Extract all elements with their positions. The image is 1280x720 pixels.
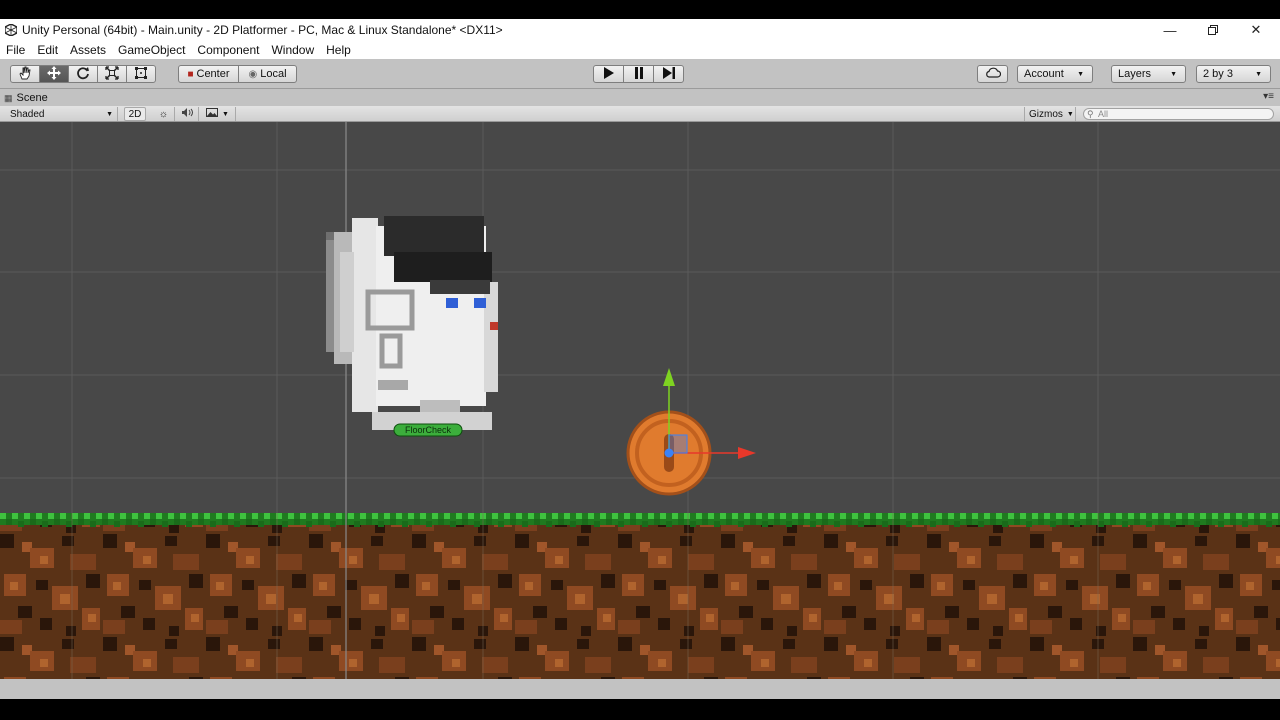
menu-window[interactable]: Window xyxy=(265,43,320,57)
menu-edit[interactable]: Edit xyxy=(31,43,64,57)
pivot-center-icon: ■ xyxy=(187,68,194,80)
unity-editor-window: Unity Personal (64bit) - Main.unity - 2D… xyxy=(0,19,1280,699)
pivot-local-button[interactable]: ◉ Local xyxy=(238,65,297,83)
menu-file[interactable]: File xyxy=(0,43,31,57)
search-icon: ⚲ xyxy=(1087,109,1094,119)
speaker-icon xyxy=(181,108,194,120)
2d-mode-label: 2D xyxy=(128,108,142,120)
search-placeholder: All xyxy=(1098,109,1109,119)
rotate-icon xyxy=(76,66,90,83)
scene-toolbar: Shaded ▼ 2D ☼ ▼ Gizmos ▼ ⚲ All xyxy=(0,106,1280,122)
menu-component[interactable]: Component xyxy=(191,43,265,57)
close-icon[interactable]: ✕ xyxy=(1234,19,1278,41)
pivot-center-label: Center xyxy=(196,68,230,80)
status-bar xyxy=(0,679,1280,699)
tab-scene-label: Scene xyxy=(16,92,48,104)
shading-mode-label: Shaded xyxy=(10,108,45,120)
lighting-toggle[interactable]: ☼ xyxy=(153,107,175,121)
layout-dropdown[interactable]: 2 by 3 ▼ xyxy=(1196,65,1271,83)
minimize-icon[interactable]: — xyxy=(1148,19,1192,41)
account-label: Account xyxy=(1024,68,1064,80)
shading-mode-dropdown[interactable]: Shaded ▼ xyxy=(6,107,118,121)
audio-toggle[interactable] xyxy=(177,107,199,121)
chevron-down-icon: ▼ xyxy=(106,110,113,118)
gizmos-dropdown[interactable]: Gizmos ▼ xyxy=(1024,107,1076,121)
pause-button[interactable] xyxy=(623,65,654,83)
cloud-services-button[interactable] xyxy=(977,65,1008,83)
account-dropdown[interactable]: Account ▼ xyxy=(1017,65,1093,83)
play-icon xyxy=(603,66,614,82)
step-button[interactable] xyxy=(653,65,684,83)
menu-bar: File Edit Assets GameObject Component Wi… xyxy=(0,41,1280,59)
effects-dropdown[interactable]: ▼ xyxy=(202,107,236,121)
title-bar: Unity Personal (64bit) - Main.unity - 2D… xyxy=(0,19,1280,41)
ground-tiles xyxy=(0,513,1280,679)
layout-label: 2 by 3 xyxy=(1203,68,1233,80)
letterbox-top xyxy=(0,0,1280,19)
chevron-down-icon: ▼ xyxy=(1077,70,1084,78)
chevron-down-icon: ▼ xyxy=(222,110,229,118)
move-tool-button[interactable] xyxy=(39,65,69,83)
pivot-local-label: Local xyxy=(260,68,287,80)
play-button[interactable] xyxy=(593,65,624,83)
menu-assets[interactable]: Assets xyxy=(64,43,112,57)
scale-tool-button[interactable] xyxy=(97,65,127,83)
move-icon xyxy=(47,65,61,83)
image-icon xyxy=(206,108,218,120)
layers-dropdown[interactable]: Layers ▼ xyxy=(1111,65,1186,83)
tab-menu-icon[interactable]: ▾≡ xyxy=(1263,91,1274,102)
scale-icon xyxy=(105,65,119,83)
scene-viewport[interactable]: FloorCheck xyxy=(0,122,1280,679)
scene-grid-icon: ▦ xyxy=(4,92,13,103)
unity-logo-icon xyxy=(4,23,18,37)
chevron-down-icon: ▼ xyxy=(1066,110,1074,118)
letterbox-bottom xyxy=(0,699,1280,720)
hierarchy-search-input[interactable]: ⚲ All xyxy=(1083,108,1274,120)
floor-check-label[interactable]: FloorCheck xyxy=(393,423,463,437)
playback-controls xyxy=(593,65,684,83)
scene-tab-bar: ▦ Scene ▾≡ xyxy=(0,90,1280,106)
menu-gameobject[interactable]: GameObject xyxy=(112,43,191,57)
rotate-tool-button[interactable] xyxy=(68,65,98,83)
hand-tool-button[interactable] xyxy=(10,65,40,83)
main-toolbar: ■ Center ◉ Local Account ▼ Layers ▼ 2 by… xyxy=(0,59,1280,89)
chevron-down-icon: ▼ xyxy=(1170,70,1177,78)
restore-icon[interactable] xyxy=(1191,19,1235,41)
floor-check-text: FloorCheck xyxy=(405,425,452,435)
rect-icon xyxy=(134,66,148,83)
gizmo-center[interactable] xyxy=(664,448,674,458)
sun-icon: ☼ xyxy=(158,108,169,120)
rect-tool-button[interactable] xyxy=(126,65,156,83)
tab-scene[interactable]: ▦ Scene xyxy=(4,90,48,106)
pause-icon xyxy=(634,66,644,82)
menu-help[interactable]: Help xyxy=(320,43,357,57)
window-title: Unity Personal (64bit) - Main.unity - 2D… xyxy=(22,23,503,37)
2d-mode-toggle[interactable]: 2D xyxy=(124,107,146,121)
local-space-icon: ◉ xyxy=(248,68,258,80)
layers-label: Layers xyxy=(1118,68,1152,80)
hand-icon xyxy=(18,66,32,83)
pivot-center-button[interactable]: ■ Center xyxy=(178,65,239,83)
pivot-toggles: ■ Center ◉ Local xyxy=(178,65,297,83)
transform-tools xyxy=(10,65,156,83)
chevron-down-icon: ▼ xyxy=(1255,70,1262,78)
cloud-icon xyxy=(985,67,1001,81)
step-icon xyxy=(662,66,676,82)
gizmos-label: Gizmos xyxy=(1029,108,1063,120)
scene-canvas[interactable]: FloorCheck xyxy=(0,122,1280,679)
